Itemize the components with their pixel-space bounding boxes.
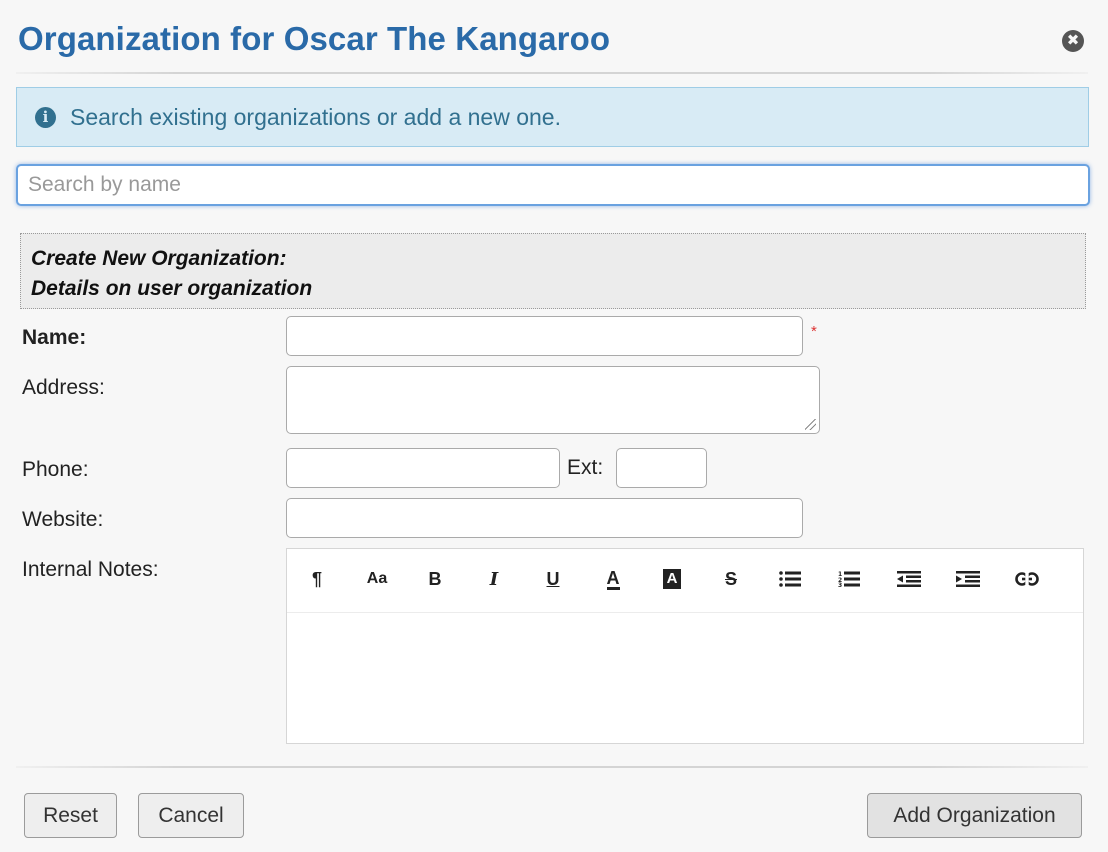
phone-input[interactable] [286, 448, 560, 488]
close-icon[interactable]: ✖ [1062, 30, 1084, 52]
website-input[interactable] [286, 498, 803, 538]
bullet-list-icon[interactable] [772, 564, 808, 594]
footer-divider [16, 766, 1088, 768]
outdent-icon[interactable] [891, 564, 927, 594]
name-input[interactable] [286, 316, 803, 356]
search-input[interactable] [16, 164, 1090, 206]
dialog-title: Organization for Oscar The Kangaroo [18, 20, 611, 57]
italic-icon[interactable]: I [476, 564, 512, 594]
editor-toolbar: ¶ Aa B I U A A S 123 [287, 549, 1083, 613]
section-subtitle: Details on user organization [31, 277, 313, 300]
divider [16, 72, 1088, 74]
highlight-glyph: A [662, 569, 682, 589]
strikethrough-icon[interactable]: S [713, 564, 749, 594]
link-icon[interactable] [1009, 564, 1045, 594]
internal-notes-label: Internal Notes: [22, 558, 159, 581]
svg-text:3: 3 [838, 582, 842, 587]
section-title: Create New Organization: [31, 247, 287, 270]
font-color-icon[interactable]: A [595, 564, 631, 594]
numbered-list-icon[interactable]: 123 [831, 564, 867, 594]
cancel-button[interactable]: Cancel [138, 793, 244, 838]
info-circle-icon: i [35, 106, 56, 128]
bold-icon[interactable]: B [417, 564, 453, 594]
font-color-glyph: A [606, 567, 620, 590]
notes-editor-area[interactable] [287, 614, 1083, 743]
address-label: Address: [22, 376, 105, 399]
name-label: Name: [22, 326, 87, 349]
resize-handle[interactable] [805, 419, 816, 430]
required-indicator: * [811, 323, 817, 340]
add-organization-button[interactable]: Add Organization [867, 793, 1082, 838]
indent-icon[interactable] [950, 564, 986, 594]
ext-label: Ext: [567, 456, 604, 479]
highlight-icon[interactable]: A [654, 564, 690, 594]
website-label: Website: [22, 508, 104, 531]
section-header: Create New Organization: Details on user… [20, 233, 1086, 309]
strikethrough-glyph: S [724, 568, 737, 589]
underline-icon[interactable]: U [535, 564, 571, 594]
info-alert: i Search existing organizations or add a… [16, 87, 1089, 147]
reset-button[interactable]: Reset [24, 793, 117, 838]
paragraph-icon[interactable]: ¶ [299, 564, 335, 594]
ext-input[interactable] [616, 448, 707, 488]
font-size-icon[interactable]: Aa [359, 564, 395, 594]
address-textarea[interactable] [286, 366, 820, 434]
underline-glyph: U [546, 568, 560, 589]
toolbar-divider [291, 611, 1079, 612]
info-text: Search existing organizations or add a n… [70, 103, 561, 130]
internal-notes-editor: ¶ Aa B I U A A S 123 [286, 548, 1084, 744]
phone-label: Phone: [22, 458, 89, 481]
